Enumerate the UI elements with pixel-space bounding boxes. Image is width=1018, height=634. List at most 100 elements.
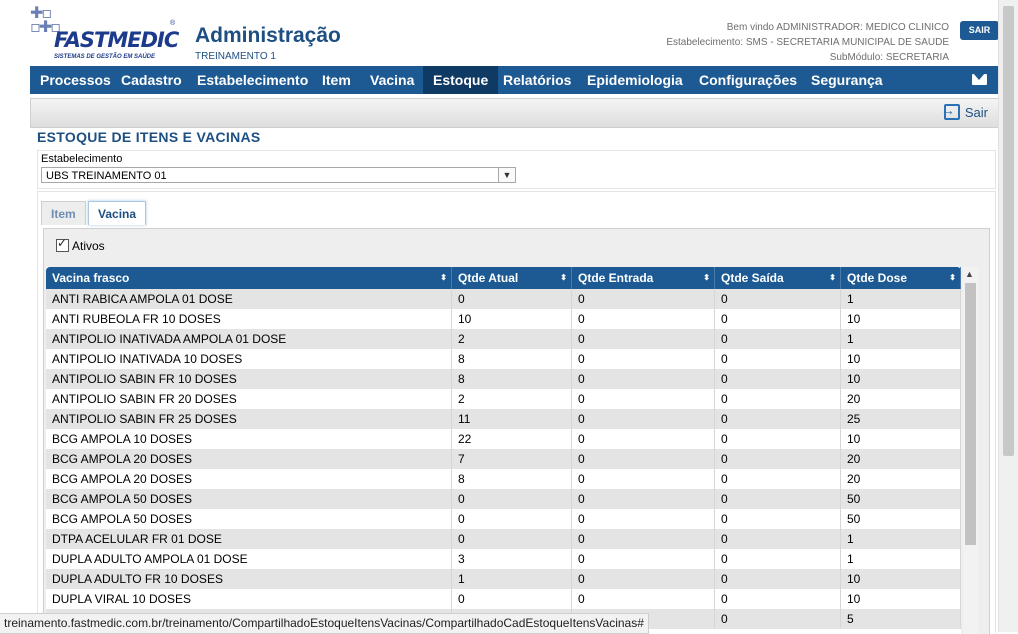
column-header-qtde-dose[interactable]: Qtde Dose ⬍ — [841, 267, 961, 289]
menu-item-vacina[interactable]: Vacina — [360, 66, 424, 94]
vacina-grid: Vacina frasco ⬍ Qtde Atual ⬍ Qtde Entrada ⬍… — [46, 267, 961, 634]
app-title: Administração — [195, 24, 341, 47]
cell-qtde-atual: 8 — [452, 369, 572, 389]
estabelecimento-label: Estabelecimento — [41, 153, 123, 165]
cell-qtde-dose: 5 — [841, 609, 961, 629]
submodulo-text: SubMódulo: SECRETARIA — [829, 52, 949, 63]
cell-qtde-dose: 10 — [841, 429, 961, 449]
cell-qtde-entrada: 0 — [572, 489, 715, 509]
menu-item-item[interactable]: Item — [312, 66, 361, 94]
page-scroll-thumb[interactable] — [1003, 6, 1014, 456]
cell-vacina-frasco: ANTIPOLIO SABIN FR 25 DOSES — [46, 409, 452, 429]
cell-qtde-atual: 0 — [452, 589, 572, 609]
scroll-thumb[interactable] — [965, 283, 976, 545]
chevron-up-icon[interactable]: ▲ — [965, 269, 974, 279]
section-title: ESTOQUE DE ITENS E VACINAS — [37, 129, 261, 145]
cell-vacina-frasco: ANTIPOLIO INATIVADA 10 DOSES — [46, 349, 452, 369]
column-label: Qtde Atual — [458, 271, 519, 285]
table-row[interactable]: ANTI RABICA AMPOLA 01 DOSE 0 0 0 1 — [46, 289, 961, 309]
sort-icon: ⬍ — [949, 273, 956, 282]
menu-item-cadastro[interactable]: Cadastro — [111, 66, 192, 94]
menu-item-epidemiologia[interactable]: Epidemiologia — [577, 66, 693, 94]
cell-qtde-dose: 20 — [841, 389, 961, 409]
sort-icon: ⬍ — [829, 273, 836, 282]
column-label: Qtde Entrada — [578, 271, 654, 285]
table-row[interactable]: DUPLA VIRAL 10 DOSES 0 0 0 10 — [46, 589, 961, 609]
cell-vacina-frasco: BCG AMPOLA 20 DOSES — [46, 449, 452, 469]
cell-qtde-entrada: 0 — [572, 369, 715, 389]
tab-panel-vacina: Ativos Vacina frasco ⬍ Qtde Atual ⬍ Qtde E… — [43, 228, 990, 634]
cell-qtde-entrada: 0 — [572, 289, 715, 309]
cell-qtde-saida: 0 — [715, 529, 841, 549]
menu-item-seguranca[interactable]: Segurança — [801, 66, 893, 94]
cell-qtde-dose: 10 — [841, 589, 961, 609]
table-row[interactable]: ANTIPOLIO SABIN FR 10 DOSES 8 0 0 10 — [46, 369, 961, 389]
tab-item[interactable]: Item — [41, 201, 86, 225]
cell-qtde-atual: 1 — [452, 569, 572, 589]
cell-qtde-atual: 3 — [452, 549, 572, 569]
cell-qtde-atual: 8 — [452, 469, 572, 489]
menu-item-estoque[interactable]: Estoque — [423, 66, 499, 94]
table-row[interactable]: BCG AMPOLA 20 DOSES 8 0 0 20 — [46, 469, 961, 489]
cell-qtde-saida: 0 — [715, 369, 841, 389]
exit-button[interactable]: Sair — [941, 101, 988, 122]
fastmedic-logo[interactable]: ✚▫ ▫✚▫ FASTMEDIC ® SISTEMAS DE GESTÃO EM … — [30, 5, 179, 64]
tab-vacina[interactable]: Vacina — [88, 201, 147, 225]
cell-qtde-entrada: 0 — [572, 409, 715, 429]
logo-tagline: SISTEMAS DE GESTÃO EM SAÚDE — [54, 54, 156, 60]
cell-qtde-atual: 10 — [452, 309, 572, 329]
menu-item-configuracoes[interactable]: Configurações — [689, 66, 807, 94]
cell-qtde-dose: 10 — [841, 349, 961, 369]
table-row[interactable]: BCG AMPOLA 20 DOSES 7 0 0 20 — [46, 449, 961, 469]
estabelecimento-text: Estabelecimento: SMS - SECRETARIA MUNICI… — [666, 37, 949, 48]
table-row[interactable]: BCG AMPOLA 50 DOSES 0 0 0 50 — [46, 509, 961, 529]
column-header-qtde-atual[interactable]: Qtde Atual ⬍ — [452, 267, 572, 289]
sort-icon: ⬍ — [703, 273, 710, 282]
column-header-vacina-frasco[interactable]: Vacina frasco ⬍ — [46, 267, 452, 289]
cell-vacina-frasco: ANTIPOLIO INATIVADA AMPOLA 01 DOSE — [46, 329, 452, 349]
menu-item-estabelecimento[interactable]: Estabelecimento — [187, 66, 318, 94]
chevron-down-icon[interactable]: ▼ — [498, 168, 515, 182]
table-row[interactable]: DTPA ACELULAR FR 01 DOSE 0 0 0 1 — [46, 529, 961, 549]
page-scrollbar[interactable] — [998, 0, 1018, 632]
table-row[interactable]: DUPLA ADULTO AMPOLA 01 DOSE 3 0 0 1 — [46, 549, 961, 569]
cell-qtde-dose: 20 — [841, 449, 961, 469]
table-row[interactable]: ANTIPOLIO INATIVADA AMPOLA 01 DOSE 2 0 0 1 — [46, 329, 961, 349]
cell-vacina-frasco: BCG AMPOLA 10 DOSES — [46, 429, 452, 449]
menu-item-relatorios[interactable]: Relatórios — [493, 66, 581, 94]
cell-vacina-frasco: DUPLA ADULTO AMPOLA 01 DOSE — [46, 549, 452, 569]
cell-qtde-entrada: 0 — [572, 309, 715, 329]
cell-qtde-saida: 0 — [715, 449, 841, 469]
cell-qtde-saida: 0 — [715, 309, 841, 329]
cell-qtde-saida: 0 — [715, 409, 841, 429]
table-row[interactable]: BCG AMPOLA 10 DOSES 22 0 0 10 — [46, 429, 961, 449]
table-row[interactable]: ANTIPOLIO SABIN FR 20 DOSES 2 0 0 20 — [46, 389, 961, 409]
cell-qtde-atual: 0 — [452, 529, 572, 549]
main-menu: Processos Cadastro Estabelecimento Item … — [30, 66, 999, 94]
column-header-qtde-entrada[interactable]: Qtde Entrada ⬍ — [572, 267, 715, 289]
menu-item-processos[interactable]: Processos — [30, 66, 121, 94]
table-row[interactable]: BCG AMPOLA 50 DOSES 0 0 0 50 — [46, 489, 961, 509]
cell-qtde-entrada: 0 — [572, 549, 715, 569]
logo-registered: ® — [170, 20, 176, 27]
table-row[interactable]: DUPLA ADULTO FR 10 DOSES 1 0 0 10 — [46, 569, 961, 589]
estabelecimento-select[interactable]: UBS TREINAMENTO 01 ▼ — [41, 167, 516, 183]
column-header-qtde-saida[interactable]: Qtde Saída ⬍ — [715, 267, 841, 289]
grid-scrollbar[interactable]: ▲ — [963, 267, 978, 634]
cell-qtde-saida: 0 — [715, 429, 841, 449]
cell-qtde-saida: 0 — [715, 389, 841, 409]
logout-button[interactable]: SAIR — [960, 21, 999, 40]
cell-qtde-dose: 25 — [841, 409, 961, 429]
table-row[interactable]: ANTIPOLIO SABIN FR 25 DOSES 11 0 0 25 — [46, 409, 961, 429]
cell-qtde-entrada: 0 — [572, 589, 715, 609]
cell-qtde-entrada: 0 — [572, 349, 715, 369]
envelope-icon[interactable] — [972, 73, 987, 85]
cell-qtde-saida: 0 — [715, 469, 841, 489]
cell-qtde-atual: 0 — [452, 289, 572, 309]
cell-qtde-saida: 0 — [715, 549, 841, 569]
ativos-filter[interactable]: Ativos — [56, 236, 105, 253]
ativos-checkbox[interactable] — [56, 236, 69, 252]
exit-label: Sair — [964, 105, 988, 120]
table-row[interactable]: ANTIPOLIO INATIVADA 10 DOSES 8 0 0 10 — [46, 349, 961, 369]
table-row[interactable]: ANTI RUBEOLA FR 10 DOSES 10 0 0 10 — [46, 309, 961, 329]
